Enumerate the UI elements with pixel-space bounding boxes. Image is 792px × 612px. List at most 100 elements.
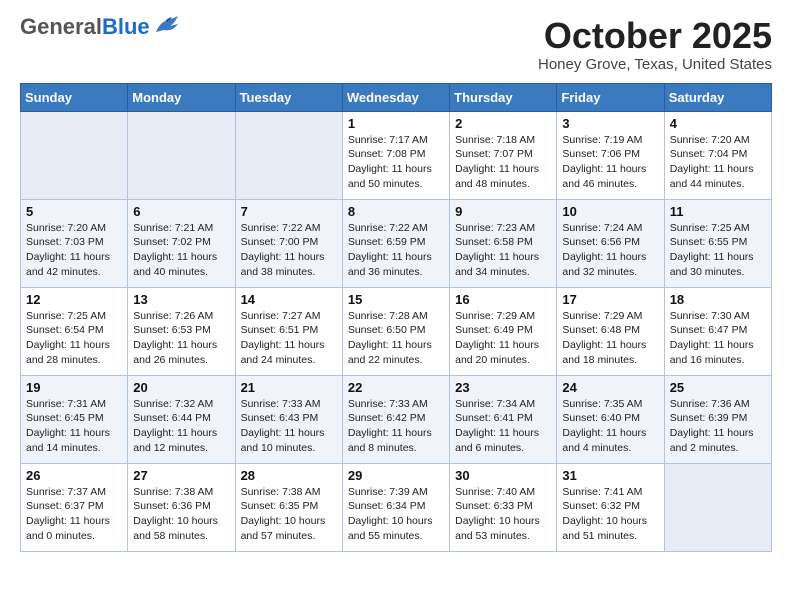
day-number: 31 [562, 468, 658, 483]
header: GeneralBlue October 2025 Honey Grove, Te… [20, 16, 772, 73]
day-number: 5 [26, 204, 122, 219]
day-info: Sunrise: 7:38 AM Sunset: 6:35 PM Dayligh… [241, 485, 337, 544]
day-info: Sunrise: 7:41 AM Sunset: 6:32 PM Dayligh… [562, 485, 658, 544]
calendar-empty-cell [235, 111, 342, 199]
day-info: Sunrise: 7:18 AM Sunset: 7:07 PM Dayligh… [455, 133, 551, 192]
day-number: 15 [348, 292, 444, 307]
calendar-day-17: 17Sunrise: 7:29 AM Sunset: 6:48 PM Dayli… [557, 287, 664, 375]
day-info: Sunrise: 7:21 AM Sunset: 7:02 PM Dayligh… [133, 221, 229, 280]
day-number: 20 [133, 380, 229, 395]
calendar-day-8: 8Sunrise: 7:22 AM Sunset: 6:59 PM Daylig… [342, 199, 449, 287]
calendar-day-28: 28 Sunrise: 7:38 AM Sunset: 6:35 PM Dayli… [235, 463, 342, 551]
calendar-empty-cell [128, 111, 235, 199]
day-info: Sunrise: 7:24 AM Sunset: 6:56 PM Dayligh… [562, 221, 658, 280]
calendar-table: SundayMondayTuesdayWednesdayThursdayFrid… [20, 83, 772, 552]
calendar-day-15: 15 Sunrise: 7:28 AM Sunset: 6:50 PM Dayli… [342, 287, 449, 375]
calendar-day-7: 7 Sunrise: 7:22 AM Sunset: 7:00 PM Daylig… [235, 199, 342, 287]
column-header-sunday: Sunday [21, 83, 128, 111]
calendar-day-29: 29 Sunrise: 7:39 AM Sunset: 6:34 PM Dayli… [342, 463, 449, 551]
day-number: 1 [348, 116, 444, 131]
day-number: 9 [455, 204, 551, 219]
calendar-day-1: 1 Sunrise: 7:17 AM Sunset: 7:08 PM Daylig… [342, 111, 449, 199]
day-number: 6 [133, 204, 229, 219]
column-header-tuesday: Tuesday [235, 83, 342, 111]
day-info: Sunrise: 7:37 AM Sunset: 6:37 PM Dayligh… [26, 485, 122, 544]
day-number: 3 [562, 116, 658, 131]
day-info: Sunrise: 7:27 AM Sunset: 6:51 PM Dayligh… [241, 309, 337, 368]
day-number: 7 [241, 204, 337, 219]
calendar-day-16: 16 Sunrise: 7:29 AM Sunset: 6:49 PM Dayli… [450, 287, 557, 375]
day-info: Sunrise: 7:38 AM Sunset: 6:36 PM Dayligh… [133, 485, 229, 544]
day-number: 21 [241, 380, 337, 395]
location: Honey Grove, Texas, United States [538, 56, 772, 73]
day-info: Sunrise: 7:20 AM Sunset: 7:03 PM Dayligh… [26, 221, 122, 280]
calendar-day-14: 14Sunrise: 7:27 AM Sunset: 6:51 PM Dayli… [235, 287, 342, 375]
day-number: 30 [455, 468, 551, 483]
calendar-day-26: 26 Sunrise: 7:37 AM Sunset: 6:37 PM Dayli… [21, 463, 128, 551]
day-info: Sunrise: 7:25 AM Sunset: 6:54 PM Dayligh… [26, 309, 122, 368]
calendar-empty-cell [664, 463, 771, 551]
title-block: October 2025 Honey Grove, Texas, United … [538, 16, 772, 73]
calendar-day-18: 18Sunrise: 7:30 AM Sunset: 6:47 PM Dayli… [664, 287, 771, 375]
day-number: 19 [26, 380, 122, 395]
calendar-day-24: 24Sunrise: 7:35 AM Sunset: 6:40 PM Dayli… [557, 375, 664, 463]
day-info: Sunrise: 7:29 AM Sunset: 6:49 PM Dayligh… [455, 309, 551, 368]
day-info: Sunrise: 7:33 AM Sunset: 6:42 PM Dayligh… [348, 397, 444, 456]
day-info: Sunrise: 7:26 AM Sunset: 6:53 PM Dayligh… [133, 309, 229, 368]
day-number: 17 [562, 292, 658, 307]
page: GeneralBlue October 2025 Honey Grove, Te… [0, 0, 792, 568]
day-info: Sunrise: 7:34 AM Sunset: 6:41 PM Dayligh… [455, 397, 551, 456]
day-number: 11 [670, 204, 766, 219]
day-number: 28 [241, 468, 337, 483]
calendar-day-19: 19Sunrise: 7:31 AM Sunset: 6:45 PM Dayli… [21, 375, 128, 463]
day-number: 2 [455, 116, 551, 131]
calendar-day-30: 30 Sunrise: 7:40 AM Sunset: 6:33 PM Dayli… [450, 463, 557, 551]
calendar-day-10: 10 Sunrise: 7:24 AM Sunset: 6:56 PM Dayli… [557, 199, 664, 287]
day-info: Sunrise: 7:22 AM Sunset: 7:00 PM Dayligh… [241, 221, 337, 280]
day-number: 24 [562, 380, 658, 395]
calendar-day-11: 11 Sunrise: 7:25 AM Sunset: 6:55 PM Dayli… [664, 199, 771, 287]
calendar-day-12: 12 Sunrise: 7:25 AM Sunset: 6:54 PM Dayli… [21, 287, 128, 375]
column-header-friday: Friday [557, 83, 664, 111]
calendar-week-row: 19Sunrise: 7:31 AM Sunset: 6:45 PM Dayli… [21, 375, 772, 463]
day-info: Sunrise: 7:23 AM Sunset: 6:58 PM Dayligh… [455, 221, 551, 280]
calendar-week-row: 1 Sunrise: 7:17 AM Sunset: 7:08 PM Daylig… [21, 111, 772, 199]
calendar-day-25: 25 Sunrise: 7:36 AM Sunset: 6:39 PM Dayli… [664, 375, 771, 463]
calendar-day-4: 4Sunrise: 7:20 AM Sunset: 7:04 PM Daylig… [664, 111, 771, 199]
day-number: 12 [26, 292, 122, 307]
column-header-monday: Monday [128, 83, 235, 111]
logo-blue: Blue [102, 14, 150, 39]
day-number: 18 [670, 292, 766, 307]
calendar-day-13: 13Sunrise: 7:26 AM Sunset: 6:53 PM Dayli… [128, 287, 235, 375]
day-info: Sunrise: 7:39 AM Sunset: 6:34 PM Dayligh… [348, 485, 444, 544]
calendar-day-3: 3Sunrise: 7:19 AM Sunset: 7:06 PM Daylig… [557, 111, 664, 199]
day-number: 23 [455, 380, 551, 395]
column-header-thursday: Thursday [450, 83, 557, 111]
calendar-day-9: 9 Sunrise: 7:23 AM Sunset: 6:58 PM Daylig… [450, 199, 557, 287]
month-title: October 2025 [538, 16, 772, 56]
column-header-saturday: Saturday [664, 83, 771, 111]
day-info: Sunrise: 7:36 AM Sunset: 6:39 PM Dayligh… [670, 397, 766, 456]
day-number: 26 [26, 468, 122, 483]
column-header-wednesday: Wednesday [342, 83, 449, 111]
calendar-week-row: 12 Sunrise: 7:25 AM Sunset: 6:54 PM Dayli… [21, 287, 772, 375]
calendar-week-row: 26 Sunrise: 7:37 AM Sunset: 6:37 PM Dayli… [21, 463, 772, 551]
day-number: 29 [348, 468, 444, 483]
day-info: Sunrise: 7:17 AM Sunset: 7:08 PM Dayligh… [348, 133, 444, 192]
calendar-header-row: SundayMondayTuesdayWednesdayThursdayFrid… [21, 83, 772, 111]
calendar-day-6: 6 Sunrise: 7:21 AM Sunset: 7:02 PM Daylig… [128, 199, 235, 287]
day-info: Sunrise: 7:25 AM Sunset: 6:55 PM Dayligh… [670, 221, 766, 280]
calendar-day-2: 2 Sunrise: 7:18 AM Sunset: 7:07 PM Daylig… [450, 111, 557, 199]
day-number: 8 [348, 204, 444, 219]
day-number: 25 [670, 380, 766, 395]
calendar-day-22: 22 Sunrise: 7:33 AM Sunset: 6:42 PM Dayli… [342, 375, 449, 463]
day-number: 10 [562, 204, 658, 219]
day-number: 22 [348, 380, 444, 395]
day-number: 27 [133, 468, 229, 483]
calendar-day-23: 23 Sunrise: 7:34 AM Sunset: 6:41 PM Dayli… [450, 375, 557, 463]
day-info: Sunrise: 7:28 AM Sunset: 6:50 PM Dayligh… [348, 309, 444, 368]
calendar-day-27: 27 Sunrise: 7:38 AM Sunset: 6:36 PM Dayli… [128, 463, 235, 551]
day-number: 16 [455, 292, 551, 307]
calendar-day-20: 20Sunrise: 7:32 AM Sunset: 6:44 PM Dayli… [128, 375, 235, 463]
day-info: Sunrise: 7:40 AM Sunset: 6:33 PM Dayligh… [455, 485, 551, 544]
